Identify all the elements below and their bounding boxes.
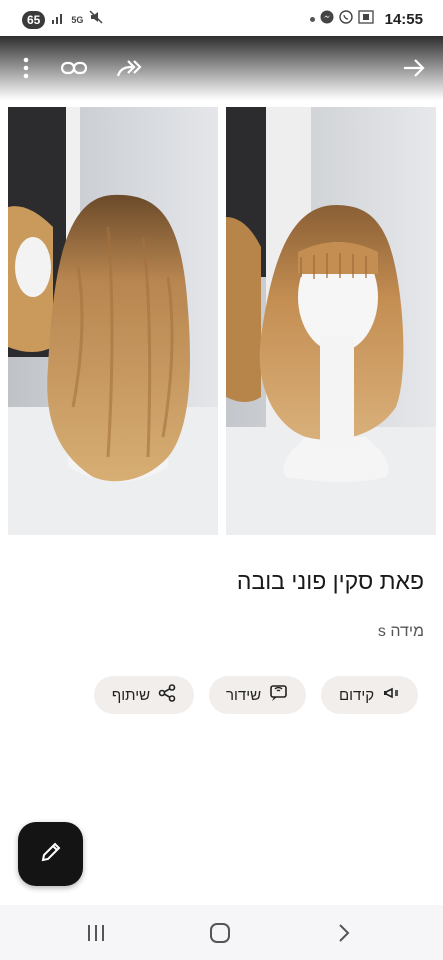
mute-icon [89,10,103,29]
whatsapp-icon [338,10,353,29]
screenshot-icon [357,10,374,29]
back-icon[interactable] [330,919,358,947]
edit-fab-button[interactable] [18,822,83,886]
network-type-label: 5G [71,14,84,25]
system-nav-bar [0,905,443,960]
home-icon[interactable] [206,919,234,947]
share-forward-icon[interactable] [114,52,146,84]
notification-count-badge: 65 [22,10,46,29]
product-photo-gallery[interactable] [8,107,436,535]
messenger-icon [320,10,334,29]
promote-label: קידום [338,686,375,704]
notification-dot-icon [309,17,315,22]
clock: 14:55 [384,11,423,28]
signal-icon [51,12,65,27]
broadcast-icon [269,684,289,706]
share-label: שיתוף [111,686,151,704]
link-icon[interactable] [58,52,90,84]
edit-pencil-icon [39,840,63,869]
app-toolbar [0,36,443,100]
recents-icon[interactable] [82,919,110,947]
share-button[interactable]: שיתוף [94,676,194,714]
product-photo-back[interactable] [8,107,218,535]
share-icon [158,684,176,706]
product-title: פאת סקין פוני בובה [236,568,424,594]
product-size: מידה s [377,623,424,640]
megaphone-icon [382,685,400,705]
product-photo-front[interactable] [226,107,436,535]
status-bar: 65 5G 14:55 [0,0,443,36]
broadcast-label: שידור [225,686,262,704]
more-vert-icon[interactable] [10,52,42,84]
broadcast-button[interactable]: שידור [209,676,306,714]
promote-button[interactable]: קידום [321,676,418,714]
back-arrow-icon[interactable] [398,52,430,84]
